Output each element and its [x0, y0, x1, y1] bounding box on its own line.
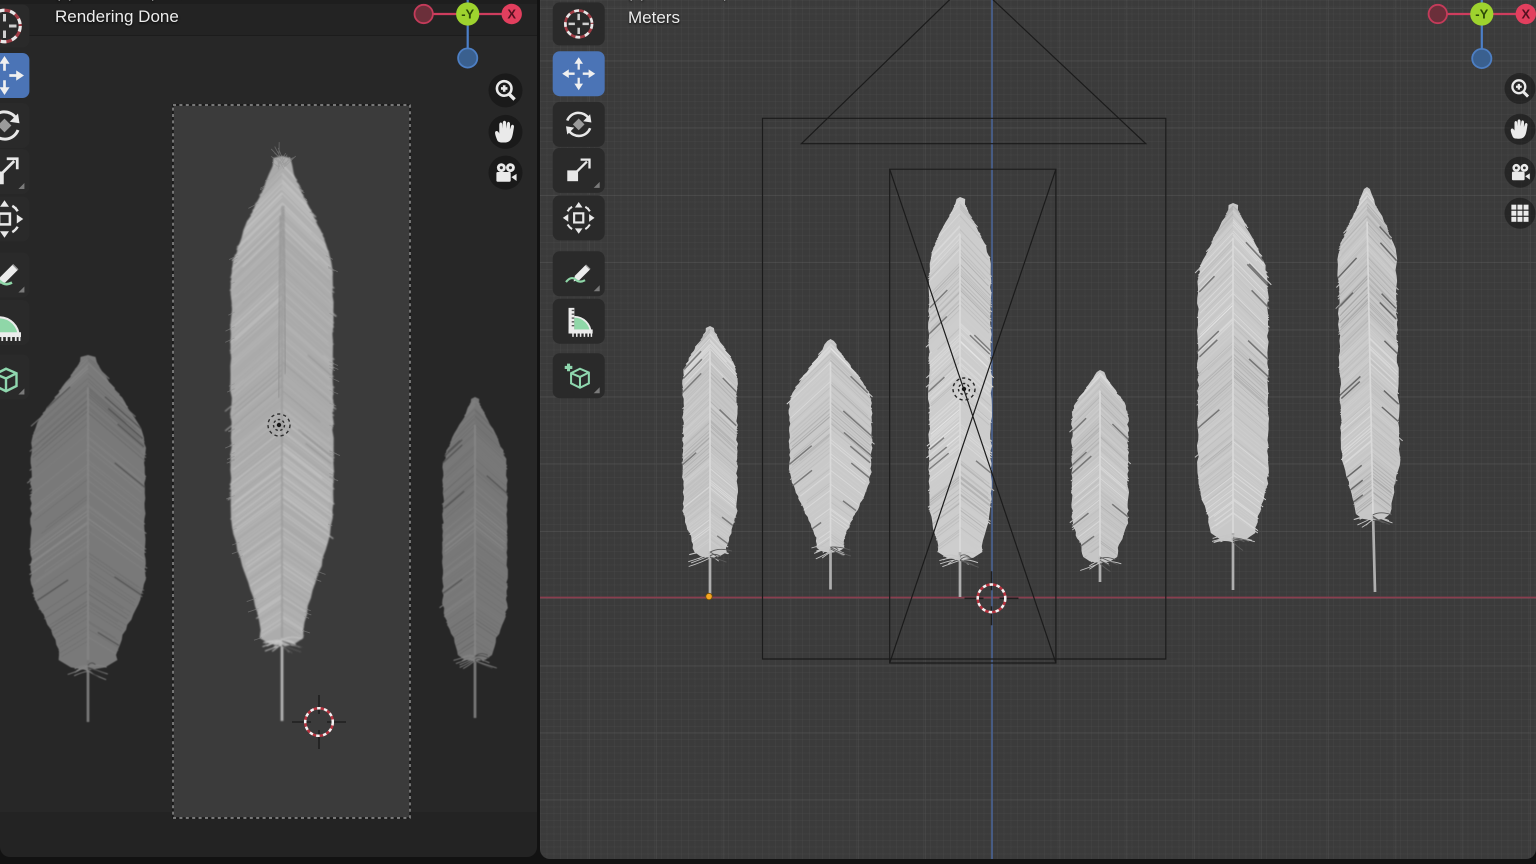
svg-text:-Y: -Y [461, 7, 474, 22]
svg-text:X: X [1521, 7, 1530, 22]
svg-text:X: X [507, 7, 516, 22]
svg-text:-Y: -Y [1475, 7, 1488, 22]
